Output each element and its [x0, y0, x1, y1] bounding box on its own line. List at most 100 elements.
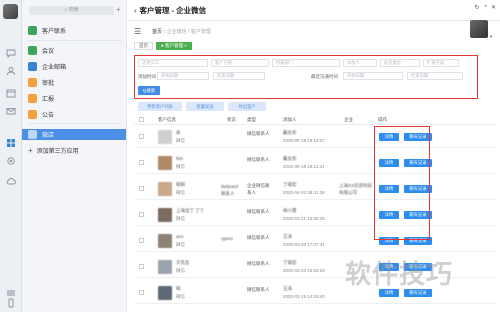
table-row[interactable]: 安微信 微信联系人 戴女彤 2020-05-19 18:19:27 详情 聊天记录 — [134, 126, 496, 148]
type-cell: 微信联系人 — [247, 287, 270, 292]
hamburger-icon[interactable]: ☰ — [134, 27, 141, 36]
tab-customer-management[interactable]: ● 客户管理 × — [156, 42, 192, 50]
contact-time-end[interactable]: 结束日期 — [407, 72, 463, 80]
settings-icon[interactable] — [6, 156, 16, 166]
customer-name: 明明 — [176, 182, 185, 187]
select-all-checkbox[interactable] — [139, 117, 144, 122]
add-time-label: 添加时间 — [138, 74, 156, 79]
divider — [28, 40, 122, 41]
add-time-end[interactable]: 结束日期 — [213, 72, 265, 80]
added-time-cell: 2020-05-19 18:11:31 — [283, 164, 325, 169]
adder-select[interactable]: 添加人 — [343, 59, 377, 67]
sidebar-item-approval[interactable]: 审批 — [28, 77, 54, 88]
row-checkbox[interactable] — [139, 134, 144, 139]
row-checkbox[interactable] — [139, 290, 144, 295]
customer-name: 上海宝丁 丁了 — [176, 208, 205, 213]
menu-icon[interactable] — [6, 288, 16, 298]
customer-source: 微信 — [176, 294, 185, 299]
sidebar-item-weidian[interactable]: 微店 — [22, 129, 126, 140]
extended-field-select[interactable]: 扩展字段 — [423, 59, 459, 67]
customer-source: 微信 — [176, 164, 185, 169]
type-cell: 微信联系人 — [247, 131, 270, 136]
chevron-down-icon[interactable]: ▼ — [489, 34, 493, 39]
table-row[interactable]: fish 微信 微信联系人 戴女彤 2020-05-19 18:11:31 详情 聊天记录 — [134, 152, 496, 174]
company-cell: 上海XX信息科技有限公司 — [339, 183, 373, 195]
adder-cell: 丁锡宏 — [283, 260, 297, 265]
employee-select[interactable]: 选择员工 — [138, 59, 208, 67]
customer-contact-icon — [28, 26, 37, 35]
app-rail — [0, 0, 22, 312]
added-time-cell: 2020-03-19 14:19:40 — [283, 294, 325, 299]
type-cell: 微信联系人 — [247, 261, 270, 266]
col-customer-info: 客户信息 — [158, 117, 176, 122]
avatar[interactable] — [470, 20, 488, 38]
customer-name-input[interactable]: 客户名称 — [211, 59, 269, 67]
customer-source: 微信 — [176, 216, 185, 221]
customer-source: 微信 — [176, 190, 185, 195]
search-button[interactable]: Q搜索 — [138, 86, 160, 95]
export-customers-button[interactable]: 导出客户 — [228, 102, 266, 111]
customer-avatar — [158, 286, 172, 300]
customer-name: 安 — [176, 130, 181, 135]
customer-avatar — [158, 234, 172, 248]
phone-icon[interactable] — [6, 298, 16, 308]
table-row[interactable]: 明明 微信 Bebeard 联系人 企业微信联系人 丁锡宏 2020-04-02 08:4… — [134, 178, 496, 200]
clock-icon[interactable]: ◔ — [483, 4, 487, 11]
sidebar-item-report[interactable]: 汇报 — [28, 93, 54, 104]
cloud-icon[interactable] — [6, 176, 16, 186]
add-third-party-app[interactable]: + 添加第三方应用 — [28, 145, 79, 156]
mail-icon[interactable] — [6, 106, 16, 116]
toolbar: ☰ 首页 / 企业微信 / 客户管理 — [128, 22, 500, 40]
row-checkbox[interactable] — [139, 160, 144, 165]
customer-source: 微信 — [176, 242, 185, 247]
refresh-icon[interactable]: ↻ — [474, 4, 479, 11]
adder-cell: 戴女彤 — [283, 130, 297, 135]
row-checkbox[interactable] — [139, 212, 144, 217]
added-time-cell: 2020-05-19 18:19:27 — [283, 138, 325, 143]
type-cell: 企业微信联系人 — [247, 183, 270, 195]
calendar-icon[interactable] — [6, 88, 16, 98]
table-row[interactable]: 上海宝丁 丁了 微信 微信联系人 杨小慧 2020-03-21 15:05:25 详情 聊天… — [134, 204, 496, 226]
sidebar-item-meeting[interactable]: 会议 — [28, 45, 54, 56]
workbench-icon[interactable] — [6, 138, 16, 148]
row-checkbox[interactable] — [139, 186, 144, 191]
contact-time-start[interactable]: 开始日期 — [343, 72, 403, 80]
breadcrumb-customer[interactable]: / 客户管理 — [188, 28, 211, 35]
update-customer-list-button[interactable]: 更新客户列表 — [138, 102, 182, 111]
plus-icon: + — [28, 146, 33, 155]
tab-home[interactable]: 首页 — [134, 42, 153, 50]
chat-icon[interactable] — [6, 48, 16, 59]
search-input[interactable]: ⌕ 搜索 — [29, 6, 114, 15]
row-checkbox[interactable] — [139, 238, 144, 243]
breadcrumb-home[interactable]: 首页 — [152, 28, 162, 35]
sidebar-item-mail[interactable]: 企业邮箱 — [28, 61, 66, 72]
sidebar-item-announcement[interactable]: 公告 — [28, 109, 54, 120]
page-tabs: 首页 ● 客户管理 × — [134, 42, 192, 50]
row-checkbox[interactable] — [139, 264, 144, 269]
user-avatar-rail[interactable] — [3, 4, 18, 19]
customer-avatar — [158, 130, 172, 144]
announcement-icon — [28, 110, 37, 119]
customer-name: ann — [176, 234, 184, 239]
batch-send-button[interactable]: 批量发送 — [186, 102, 224, 111]
chevron-left-icon[interactable]: ‹ — [134, 6, 137, 15]
table-header: 客户信息 状态 类型 添加人 企业 操作 — [134, 115, 496, 125]
sidebar-item-customer-contact[interactable]: 客户联系 — [28, 25, 66, 36]
department-select[interactable]: 所属部门 — [272, 59, 340, 67]
approval-icon — [28, 78, 37, 87]
breadcrumb-wework[interactable]: / 企业微信 — [164, 28, 187, 35]
meeting-icon — [28, 46, 37, 55]
type-cell: 微信联系人 — [247, 235, 270, 240]
weidian-icon — [28, 130, 37, 139]
close-icon[interactable]: ✕ — [491, 4, 496, 11]
type-cell: 微信联系人 — [247, 157, 270, 162]
mail-icon — [28, 62, 37, 71]
table-row[interactable]: ann 微信 rganiz 微信联系人 王涛 2020-03-20 17:07:41 详情聊… — [134, 230, 496, 252]
plus-icon[interactable]: + — [116, 5, 121, 14]
col-status: 状态 — [227, 117, 236, 122]
col-adder: 添加人 — [283, 117, 297, 122]
contacts-icon[interactable] — [6, 66, 16, 76]
tag-type-select[interactable]: 标签类型 — [380, 59, 420, 67]
customer-name: 明 — [176, 286, 181, 291]
add-time-start[interactable]: 开始日期 — [157, 72, 209, 80]
